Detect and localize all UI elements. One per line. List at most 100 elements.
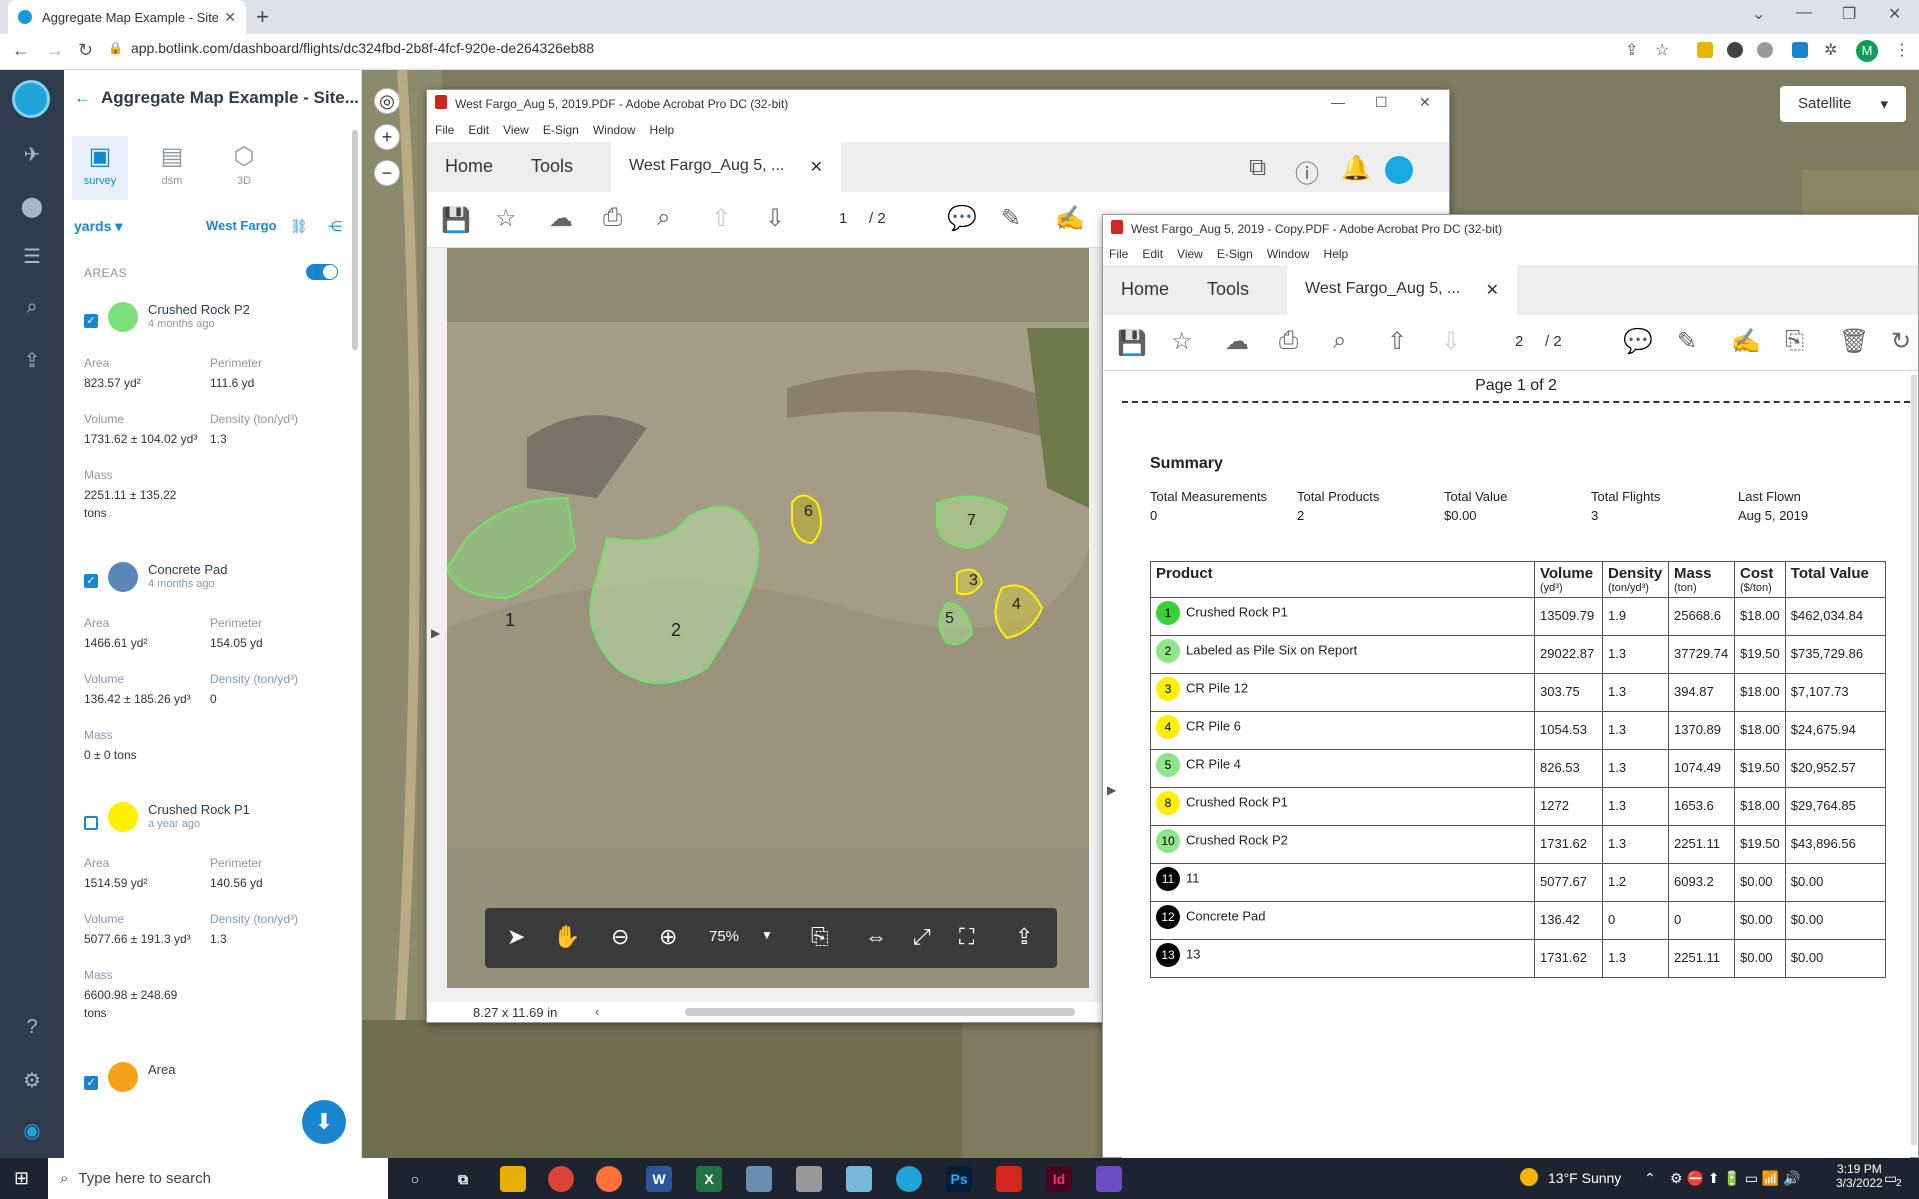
- close-tab-icon[interactable]: ✕: [224, 9, 236, 26]
- word-icon[interactable]: W: [646, 1166, 672, 1192]
- tab-tools[interactable]: Tools: [531, 156, 573, 177]
- horizontal-scrollbar[interactable]: [685, 1008, 1075, 1016]
- extension-icon[interactable]: [1727, 42, 1743, 58]
- forward-icon[interactable]: →: [46, 40, 64, 61]
- fit-page-icon[interactable]: ⤢: [913, 924, 931, 950]
- flights-plane-icon[interactable]: ✈: [20, 142, 44, 167]
- save-icon[interactable]: 💾: [441, 206, 471, 235]
- new-tab-icon[interactable]: +: [256, 4, 269, 30]
- taskbar-search[interactable]: ⌕ Type here to search: [48, 1158, 388, 1199]
- cortana-icon[interactable]: ○: [402, 1166, 428, 1192]
- maximize-icon[interactable]: ☐: [1375, 94, 1388, 111]
- indesign-icon[interactable]: Id: [1046, 1166, 1072, 1192]
- page-number-input[interactable]: 1: [839, 210, 847, 227]
- pile-polygon-1[interactable]: [447, 496, 577, 600]
- excel-icon[interactable]: X: [696, 1166, 722, 1192]
- area-checkbox[interactable]: ✓: [84, 574, 98, 588]
- area-card[interactable]: ✓ Concrete Pad 4 months ago Area Perimet…: [64, 562, 354, 782]
- page-number-input[interactable]: 2: [1515, 333, 1523, 350]
- upload-icon[interactable]: ⇪: [20, 348, 44, 373]
- weather-text[interactable]: 13°F Sunny: [1548, 1170, 1621, 1186]
- app-icon[interactable]: [1096, 1166, 1122, 1192]
- task-view-icon[interactable]: ⧉: [450, 1166, 476, 1192]
- menu-icon[interactable]: ⋮: [1894, 40, 1910, 60]
- menu-help[interactable]: Help: [1324, 247, 1349, 261]
- area-card[interactable]: Crushed Rock P1 a year ago Area Perimete…: [64, 802, 354, 1032]
- download-button[interactable]: ⬇: [302, 1100, 346, 1144]
- menu-window[interactable]: Window: [1267, 247, 1310, 261]
- panel-scrollbar[interactable]: [352, 130, 358, 350]
- calculator-icon[interactable]: [796, 1166, 822, 1192]
- tab-dsm[interactable]: ▤ dsm: [144, 142, 200, 187]
- delete-icon[interactable]: 🗑: [1839, 327, 1869, 356]
- area-checkbox[interactable]: ✓: [84, 1076, 98, 1090]
- list-icon[interactable]: ☰: [20, 244, 44, 269]
- comment-icon[interactable]: 💬: [947, 204, 977, 233]
- select-cursor-icon[interactable]: ➤: [507, 924, 525, 950]
- sign-icon[interactable]: ✍: [1055, 204, 1085, 233]
- map-type-select[interactable]: Satellite ▾: [1780, 86, 1906, 122]
- area-checkbox[interactable]: [84, 816, 98, 830]
- settings-gear-icon[interactable]: ⚙: [20, 1068, 44, 1093]
- tab-home[interactable]: Home: [1121, 279, 1169, 300]
- download-extension-icon[interactable]: [1792, 42, 1808, 58]
- share-icon[interactable]: ⋲: [328, 218, 342, 235]
- windows-start-icon[interactable]: ⊞: [14, 1168, 29, 1189]
- back-icon[interactable]: ←: [12, 40, 30, 61]
- extension-icon[interactable]: [1757, 42, 1773, 58]
- minimize-icon[interactable]: —: [1331, 94, 1345, 110]
- tab-search-icon[interactable]: ⌄: [1752, 4, 1765, 24]
- botlink-logo-icon[interactable]: [12, 80, 50, 118]
- restore-icon[interactable]: ❐: [1842, 4, 1856, 24]
- back-arrow-icon[interactable]: ←: [74, 88, 91, 107]
- zoom-out-button[interactable]: −: [374, 160, 400, 186]
- highlight-pen-icon[interactable]: ✎: [1677, 327, 1697, 356]
- pile-polygon-2[interactable]: [589, 505, 760, 684]
- menu-help[interactable]: Help: [650, 123, 675, 137]
- units-dropdown[interactable]: yards ▾: [74, 218, 122, 235]
- clock[interactable]: 3:19 PM 3/3/2022: [1836, 1162, 1883, 1190]
- menu-file[interactable]: File: [435, 123, 454, 137]
- menu-esign[interactable]: E-Sign: [543, 123, 579, 137]
- tab-home[interactable]: Home: [445, 156, 493, 177]
- reload-icon[interactable]: ↻: [78, 40, 93, 61]
- tab-survey[interactable]: ▣ survey: [72, 136, 128, 200]
- extension-icon[interactable]: [1697, 42, 1713, 58]
- zoom-level[interactable]: 75%: [709, 928, 739, 945]
- bookmark-star-icon[interactable]: ☆: [495, 204, 517, 233]
- page-up-icon[interactable]: ⇧: [1387, 327, 1407, 356]
- menu-edit[interactable]: Edit: [1142, 247, 1163, 261]
- zoom-out-icon[interactable]: ⊖: [611, 924, 629, 950]
- file-explorer-icon[interactable]: [500, 1166, 526, 1192]
- minimize-icon[interactable]: —: [1796, 4, 1812, 22]
- zoom-search-icon[interactable]: ⌕: [1333, 327, 1346, 355]
- browser-tab[interactable]: Aggregate Map Example - Site 2 ✕: [8, 0, 246, 34]
- edit-pdf-icon[interactable]: ⎘: [1785, 327, 1804, 355]
- fullscreen-icon[interactable]: ⛶: [959, 924, 974, 950]
- help-icon[interactable]: ?: [20, 1016, 44, 1039]
- location-pin-icon[interactable]: ⬤: [20, 194, 44, 219]
- tab-tools[interactable]: Tools: [1207, 279, 1249, 300]
- tab-document[interactable]: West Fargo_Aug 5, ... ✕: [611, 142, 841, 192]
- tab-document[interactable]: West Fargo_Aug 5, ... ✕: [1287, 265, 1517, 315]
- profile-avatar[interactable]: M: [1856, 40, 1878, 62]
- share-icon[interactable]: ⇪: [1625, 40, 1638, 60]
- bookmark-star-icon[interactable]: ☆: [1171, 327, 1193, 356]
- help-icon[interactable]: ⓘ: [1295, 154, 1319, 189]
- zoom-in-button[interactable]: +: [374, 124, 400, 150]
- expand-left-arrow-icon[interactable]: ▶: [431, 626, 440, 640]
- page-up-icon[interactable]: ⇧: [711, 204, 731, 233]
- save-icon[interactable]: 💾: [1117, 329, 1147, 358]
- locate-icon[interactable]: ◎: [374, 88, 400, 114]
- close-window-icon[interactable]: ✕: [1888, 4, 1901, 24]
- link-icon[interactable]: ⛓: [290, 218, 308, 235]
- acrobat-taskbar-icon[interactable]: [996, 1166, 1022, 1192]
- menu-file[interactable]: File: [1109, 247, 1128, 261]
- menu-edit[interactable]: Edit: [468, 123, 489, 137]
- cloud-upload-icon[interactable]: ☁: [549, 204, 573, 233]
- tray-chevron-icon[interactable]: ⌃: [1644, 1170, 1656, 1187]
- tab-3d[interactable]: ⬡ 3D: [216, 142, 272, 187]
- search-icon[interactable]: ⌕: [20, 296, 44, 319]
- close-tab-icon[interactable]: ✕: [810, 157, 823, 177]
- url-field[interactable]: 🔒 app.botlink.com/dashboard/flights/dc324…: [108, 40, 594, 56]
